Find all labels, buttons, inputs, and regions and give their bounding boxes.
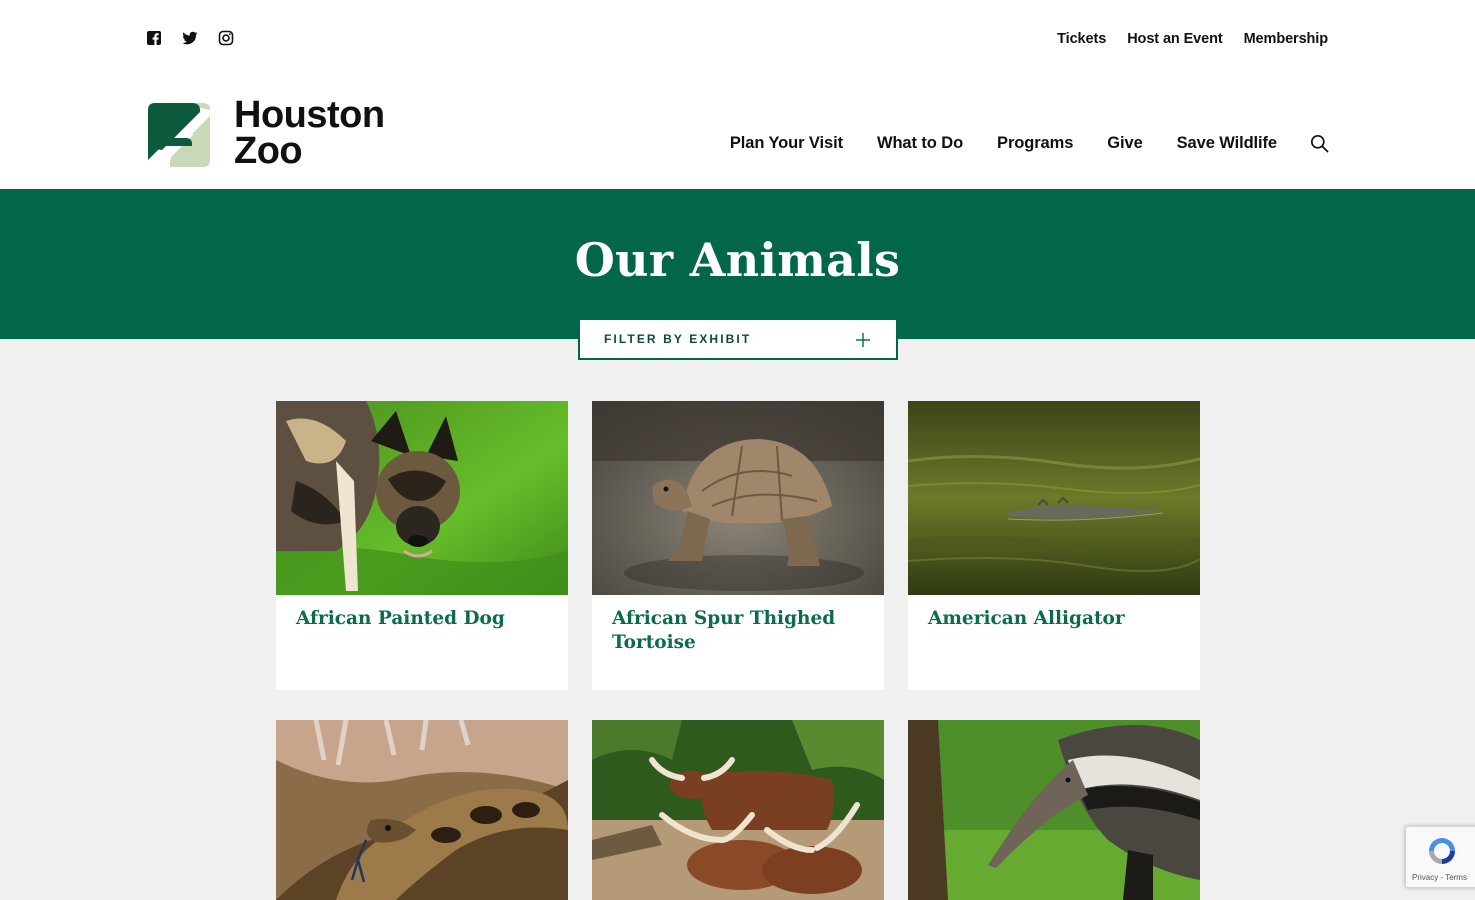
recaptcha-icon bbox=[1429, 838, 1455, 864]
animal-photo-snake bbox=[276, 720, 568, 900]
plus-icon bbox=[856, 333, 870, 347]
zoo-logo-mark bbox=[148, 102, 210, 167]
social-links bbox=[146, 30, 234, 46]
animal-name: American Alligator bbox=[928, 608, 1125, 629]
animal-card[interactable]: American Alligator bbox=[908, 401, 1200, 690]
filter-label: FILTER BY EXHIBIT bbox=[604, 332, 752, 346]
animal-name: African Painted Dog bbox=[296, 608, 505, 629]
site-logo[interactable]: Houston Zoo bbox=[148, 94, 385, 172]
utility-link-membership[interactable]: Membership bbox=[1244, 31, 1329, 47]
logo-line-houston: Houston bbox=[234, 94, 385, 136]
nav-save-wildlife[interactable]: Save Wildlife bbox=[1177, 134, 1277, 153]
animal-photo-cattle bbox=[592, 720, 884, 900]
utility-link-host-an-event[interactable]: Host an Event bbox=[1127, 31, 1222, 47]
page-title: Our Animals bbox=[574, 233, 901, 287]
twitter-icon[interactable] bbox=[182, 30, 198, 46]
nav-programs[interactable]: Programs bbox=[997, 134, 1073, 153]
logo-line-zoo: Zoo bbox=[234, 130, 303, 172]
animal-card[interactable] bbox=[592, 720, 884, 900]
recaptcha-links[interactable]: Privacy - Terms bbox=[1412, 873, 1467, 882]
utility-nav: Tickets Host an Event Membership bbox=[1057, 31, 1328, 47]
animal-photo-anteater bbox=[908, 720, 1200, 900]
search-icon[interactable] bbox=[1310, 134, 1329, 153]
filter-by-exhibit-dropdown[interactable]: FILTER BY EXHIBIT bbox=[578, 318, 898, 360]
hero-banner: Our Animals bbox=[0, 189, 1475, 339]
logo-wordmark: Houston Zoo bbox=[234, 94, 385, 172]
nav-give[interactable]: Give bbox=[1107, 134, 1142, 153]
facebook-icon[interactable] bbox=[146, 30, 162, 46]
animal-photo-painted-dog bbox=[276, 401, 568, 595]
utility-link-tickets[interactable]: Tickets bbox=[1057, 31, 1106, 47]
nav-what-to-do[interactable]: What to Do bbox=[877, 134, 963, 153]
animal-card[interactable] bbox=[276, 720, 568, 900]
animal-card[interactable]: African Spur Thighed Tortoise bbox=[592, 401, 884, 690]
site-header: Tickets Host an Event Membership Houston… bbox=[0, 0, 1475, 189]
animal-card[interactable]: African Painted Dog bbox=[276, 401, 568, 690]
animal-photo-alligator bbox=[908, 401, 1200, 595]
animal-name: African Spur Thighed Tortoise bbox=[612, 608, 836, 653]
instagram-icon[interactable] bbox=[218, 30, 234, 46]
recaptcha-badge[interactable]: Privacy - Terms bbox=[1405, 826, 1475, 888]
animal-photo-tortoise bbox=[592, 401, 884, 595]
nav-plan-your-visit[interactable]: Plan Your Visit bbox=[730, 134, 843, 153]
animal-card[interactable] bbox=[908, 720, 1200, 900]
main-nav: Plan Your Visit What to Do Programs Give… bbox=[730, 134, 1329, 153]
